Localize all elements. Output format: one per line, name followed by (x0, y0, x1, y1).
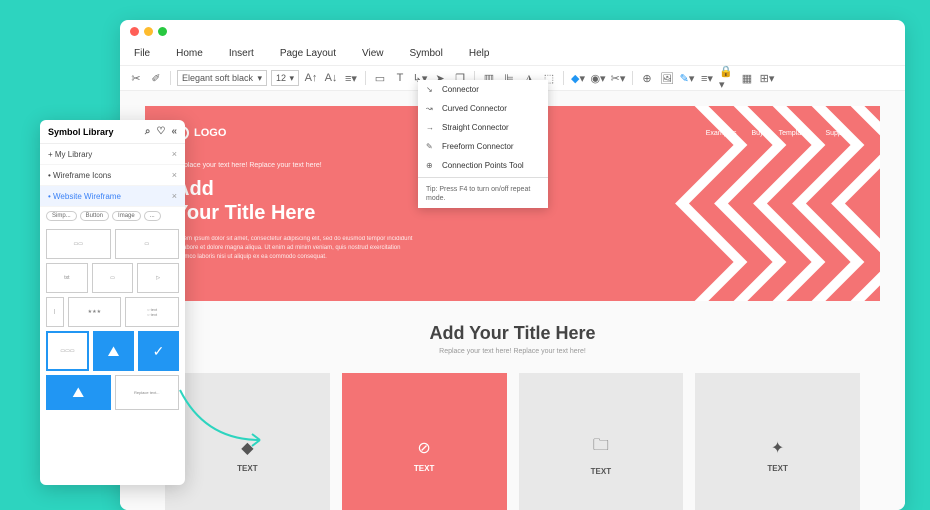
connector-icon: ✎ (426, 142, 436, 151)
close-icon[interactable]: × (172, 149, 177, 159)
connector-icon: → (426, 123, 436, 132)
section-subtitle: Replace your text here! Replace your tex… (145, 348, 880, 355)
card-icon: ✦ (771, 438, 784, 458)
dropdown-item-freeform-connector[interactable]: ✎Freeform Connector (418, 137, 548, 156)
dropdown-tip: Tip: Press F4 to turn on/off repeat mode… (418, 180, 548, 208)
search-icon[interactable]: ⌕ (145, 126, 151, 137)
grid-button[interactable]: ▦ (739, 70, 755, 86)
connector-icon: ↝ (426, 104, 436, 113)
menu-home[interactable]: Home (172, 46, 207, 61)
line-color-button[interactable]: ✎▾ (679, 70, 695, 86)
filter-chip[interactable]: Button (80, 211, 109, 221)
menubar: File Home Insert Page Layout View Symbol… (120, 42, 905, 66)
wireframe-thumb[interactable]: ▭ (92, 263, 134, 293)
connector-dropdown: ↘Connector↝Curved Connector→Straight Con… (418, 80, 548, 208)
section-title: Add Your Title Here (145, 323, 880, 344)
card-label: TEXT (591, 467, 611, 476)
feature-card[interactable]: 🗀 TEXT (519, 373, 684, 510)
shape-rect-button[interactable]: ▭ (372, 70, 388, 86)
more-button[interactable]: ⊞▾ (759, 70, 775, 86)
image-button[interactable]: 🖼 (659, 70, 675, 86)
connector-icon: ↘ (426, 85, 436, 94)
dropdown-item-curved-connector[interactable]: ↝Curved Connector (418, 99, 548, 118)
collapse-icon[interactable]: « (171, 126, 177, 137)
minimize-window-button[interactable] (144, 27, 153, 36)
category---website-wireframe[interactable]: • Website Wireframe× (40, 186, 185, 207)
font-size-select[interactable]: 12▾ (271, 70, 299, 86)
sidebar-title: Symbol Library (48, 127, 114, 137)
connector-icon: ⊕ (426, 161, 436, 170)
wireframe-thumb-check[interactable]: ✓ (138, 331, 179, 371)
dropdown-item-connector[interactable]: ↘Connector (418, 80, 548, 99)
feature-card[interactable]: ✦ TEXT (695, 373, 860, 510)
wireframe-thumb-image[interactable]: ⛰ (46, 375, 111, 410)
maximize-window-button[interactable] (158, 27, 167, 36)
shape-style-button[interactable]: ◉▾ (590, 70, 606, 86)
wireframe-thumb[interactable]: ▭▭ (46, 229, 111, 259)
menu-file[interactable]: File (130, 46, 154, 61)
titlebar (120, 20, 905, 42)
filter-chip[interactable]: ... (144, 211, 161, 221)
filter-chip[interactable]: Image (112, 211, 141, 221)
menu-symbol[interactable]: Symbol (406, 46, 447, 61)
zoom-button[interactable]: ⊕ (639, 70, 655, 86)
hero-decoration (620, 106, 880, 301)
dropdown-item-straight-connector[interactable]: →Straight Connector (418, 118, 548, 137)
crop-button[interactable]: ✂▾ (610, 70, 626, 86)
category---my-library[interactable]: + My Library× (40, 144, 185, 165)
format-painter-button[interactable]: ✐ (148, 70, 164, 86)
card-icon: ◆ (241, 438, 253, 458)
menu-page-layout[interactable]: Page Layout (276, 46, 340, 61)
line-style-button[interactable]: ≡▾ (699, 70, 715, 86)
category---wireframe-icons[interactable]: • Wireframe Icons× (40, 165, 185, 186)
thumbnail-grid: ▭▭▭ txt▭▷ |★★★○ text○ text ▭▭▭⛰✓ ⛰Replac… (40, 225, 185, 485)
symbol-library-panel: Symbol Library ⌕ ♡ « + My Library×• Wire… (40, 120, 185, 485)
card-icon: ⊘ (417, 438, 430, 458)
close-icon[interactable]: × (172, 191, 177, 201)
wireframe-thumb[interactable]: ★★★ (68, 297, 122, 327)
card-icon: 🗀 (593, 434, 609, 461)
heart-icon[interactable]: ♡ (156, 126, 165, 137)
menu-help[interactable]: Help (465, 46, 494, 61)
hero-description: Lorem ipsum dolor sit amet, consectetur … (175, 235, 415, 262)
card-label: TEXT (767, 464, 787, 473)
wireframe-thumb[interactable]: ○ text○ text (125, 297, 179, 327)
menu-view[interactable]: View (358, 46, 388, 61)
decrease-font-button[interactable]: A↓ (323, 70, 339, 86)
cut-button[interactable]: ✂ (128, 70, 144, 86)
wireframe-thumb[interactable]: ▷ (137, 263, 179, 293)
filter-chip[interactable]: Simp... (46, 211, 77, 221)
wireframe-thumb[interactable]: Replace text... (115, 375, 180, 410)
dropdown-item-connection-points-tool[interactable]: ⊕Connection Points Tool (418, 156, 548, 175)
close-icon[interactable]: × (172, 170, 177, 180)
wireframe-thumb-image[interactable]: ⛰ (93, 331, 134, 371)
card-label: TEXT (237, 464, 257, 473)
wireframe-thumb[interactable]: | (46, 297, 64, 327)
close-window-button[interactable] (130, 27, 139, 36)
feature-card[interactable]: ◆ TEXT (165, 373, 330, 510)
increase-font-button[interactable]: A↑ (303, 70, 319, 86)
wireframe-thumb[interactable]: txt (46, 263, 88, 293)
card-label: TEXT (414, 464, 434, 473)
font-family-select[interactable]: Elegant soft black▾ (177, 70, 267, 86)
menu-insert[interactable]: Insert (225, 46, 258, 61)
lock-button[interactable]: 🔒▾ (719, 70, 735, 86)
card-grid: ◆TEXT⊘TEXT🗀TEXT✦TEXT✎TEXT⚲TEXT♫TEXT★TEXT (145, 373, 880, 510)
text-tool-button[interactable]: T (392, 70, 408, 86)
align-button[interactable]: ≡▾ (343, 70, 359, 86)
feature-card[interactable]: ⊘ TEXT (342, 373, 507, 510)
fill-color-button[interactable]: ◆▾ (570, 70, 586, 86)
wireframe-thumb[interactable]: ▭ (115, 229, 180, 259)
wireframe-thumb-selected[interactable]: ▭▭▭ (46, 331, 89, 371)
